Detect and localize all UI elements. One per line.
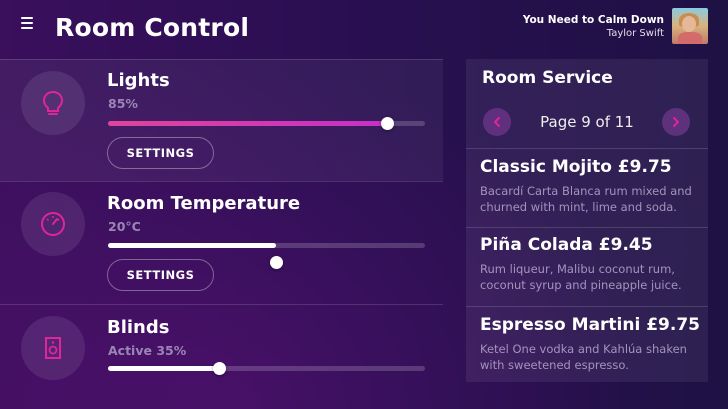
page-title: Room Control [55, 13, 250, 42]
divider [0, 304, 443, 305]
blinds-label: Blinds [107, 317, 170, 338]
blinds-value: Active 35% [108, 343, 187, 358]
temperature-slider[interactable] [108, 243, 425, 269]
lights-icon-circle [21, 71, 85, 135]
temperature-settings-button[interactable]: SETTINGS [107, 259, 214, 291]
lights-label: Lights [107, 70, 170, 91]
blinds-slider-fill [108, 366, 219, 371]
blinds-slider[interactable] [108, 362, 425, 375]
album-art[interactable] [672, 8, 708, 44]
lights-slider-thumb[interactable] [380, 117, 394, 130]
menu-item-description: Ketel One vodka and Kahlúa shaken with s… [480, 342, 687, 372]
menu-item-name: Piña Colada £9.45 [480, 235, 653, 255]
temperature-value: 20°C [108, 219, 141, 234]
menu-item-name: Classic Mojito £9.75 [480, 157, 672, 177]
menu-item-description: Bacardí Carta Blanca rum mixed and churn… [480, 184, 692, 214]
menu-item-description: Rum liqueur, Malibu coconut rum, coconut… [480, 262, 682, 292]
next-page-button[interactable] [662, 108, 690, 136]
menu-item[interactable]: Espresso Martini £9.75 Ketel One vodka a… [466, 306, 708, 382]
menu-item[interactable]: Piña Colada £9.45 Rum liqueur, Malibu co… [466, 227, 708, 306]
divider [0, 181, 443, 182]
menu-item[interactable]: Classic Mojito £9.75 Bacardí Carta Blanc… [466, 148, 708, 227]
lights-settings-button[interactable]: SETTINGS [107, 137, 214, 169]
lightbulb-icon [42, 90, 64, 115]
chevron-right-icon [673, 117, 679, 127]
temperature-label: Room Temperature [107, 193, 301, 214]
temperature-slider-fill [108, 243, 276, 248]
room-service-panel: Room Service Page 9 of 11 Classic Mojito… [466, 59, 708, 382]
room-service-pager: Page 9 of 11 [466, 98, 708, 148]
room-service-title: Room Service [482, 68, 613, 88]
now-playing[interactable]: You Need to Calm Down Taylor Swift [523, 13, 664, 40]
divider [0, 59, 443, 60]
hamburger-menu-icon[interactable] [21, 17, 33, 29]
now-playing-artist: Taylor Swift [606, 28, 664, 39]
blinds-icon-circle [21, 316, 85, 380]
thermostat-icon [41, 212, 65, 236]
temperature-icon-circle [21, 192, 85, 256]
blinds-icon [45, 337, 61, 359]
temperature-slider-thumb[interactable] [270, 256, 283, 269]
menu-item-name: Espresso Martini £9.75 [480, 315, 700, 335]
lights-value: 85% [108, 96, 138, 111]
now-playing-song: You Need to Calm Down [522, 14, 664, 26]
lights-slider[interactable] [108, 117, 425, 130]
lights-slider-fill [108, 121, 387, 126]
blinds-slider-thumb[interactable] [212, 362, 226, 375]
